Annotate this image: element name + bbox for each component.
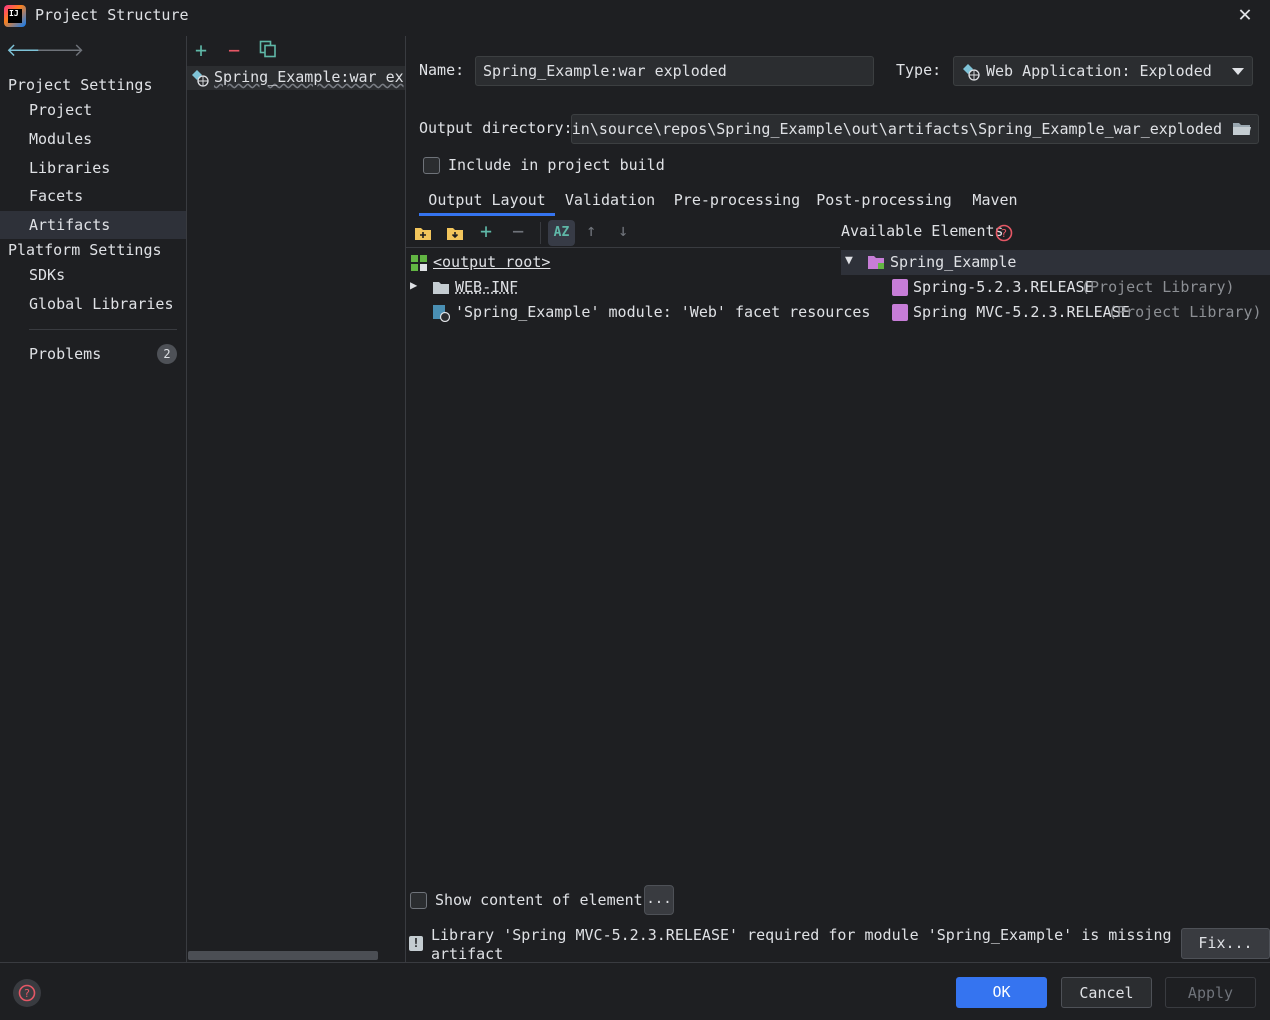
include-in-build-label: Include in project build [448,156,665,174]
available-library-row[interactable]: Spring MVC-5.2.3.RELEASE (Project Librar… [890,301,1270,325]
title-bar [0,0,1270,32]
window-title: Project Structure [35,6,189,24]
web-facet-icon [433,305,450,322]
tab-pre-processing[interactable]: Pre-processing [670,189,804,217]
tree-row-web-inf[interactable]: ▶ WEB-INF [410,276,830,300]
available-module-row[interactable]: ▼ Spring_Example [841,250,1270,275]
cancel-button[interactable]: Cancel [1061,977,1152,1008]
pane-divider [186,36,187,962]
nav-item-artifacts[interactable]: Artifacts [0,211,186,239]
show-content-settings-button[interactable]: ... [644,885,674,915]
output-directory-label: Output directory: [419,119,573,137]
add-copy-of-icon[interactable]: + [480,219,492,243]
output-directory-field[interactable]: \SongYunMin\source\repos\Spring_Example\… [571,114,1259,144]
active-tab-indicator [419,213,555,216]
module-folder-icon [868,256,884,269]
output-root-label: <output root> [433,253,551,271]
platform-settings-header: Platform Settings [8,241,162,259]
help-icon[interactable]: ? [995,224,1013,242]
folder-browse-icon[interactable] [1232,121,1252,137]
collapse-arrow-icon[interactable]: ▼ [845,253,853,268]
available-elements-header: Available Elements [841,222,1004,240]
add-icon[interactable]: + [195,38,207,62]
type-label: Type: [896,61,942,79]
library-kind: (Project Library) [1081,278,1235,296]
name-label: Name: [419,61,465,79]
web-inf-label: WEB-INF [455,278,519,296]
move-down-icon[interactable]: ↓ [618,221,628,241]
svg-text:?: ? [24,987,30,1000]
svg-text:?: ? [1001,227,1007,240]
type-dropdown[interactable]: Web Application: Exploded [953,56,1253,86]
horizontal-scrollbar[interactable] [188,951,378,960]
copy-icon[interactable] [259,40,277,58]
nav-item-sdks[interactable]: SDKs [0,261,186,289]
remove-icon[interactable]: − [228,38,240,62]
artifact-list-item[interactable]: Spring_Example:war explo [187,66,405,90]
sort-alphabetically-icon[interactable]: AZ [548,220,575,246]
nav-divider [29,329,177,330]
nav-item-modules[interactable]: Modules [0,125,186,153]
library-name: Spring MVC-5.2.3.RELEASE [913,303,1130,321]
project-settings-header: Project Settings [8,76,153,94]
warning-icon: ! [409,936,423,951]
toolbar-separator [540,222,541,244]
intellij-logo-icon: IJ [4,5,26,27]
nav-item-facets[interactable]: Facets [0,182,186,210]
fix-button[interactable]: Fix... [1181,928,1270,959]
available-library-row[interactable]: Spring-5.2.3.RELEASE (Project Library) [890,276,1270,300]
apply-button[interactable]: Apply [1165,977,1256,1008]
footer-divider [0,962,1270,963]
warning-message-line1: Library 'Spring MVC-5.2.3.RELEASE' requi… [431,926,1253,944]
expand-arrow-icon[interactable]: ▶ [410,278,417,292]
tab-validation[interactable]: Validation [560,189,660,217]
facet-resources-label: 'Spring_Example' module: 'Web' facet res… [455,303,871,321]
type-value: Web Application: Exploded [986,62,1212,80]
warning-message-line2: artifact [431,945,504,963]
remove-element-icon[interactable]: − [512,219,524,243]
library-name: Spring-5.2.3.RELEASE [913,278,1094,296]
tree-row-facet-resources[interactable]: 'Spring_Example' module: 'Web' facet res… [410,301,870,325]
tree-row-output-root[interactable]: <output root> [410,251,830,275]
close-icon[interactable]: ✕ [1234,4,1256,26]
nav-item-libraries[interactable]: Libraries [0,154,186,182]
toolbar-divider [406,247,840,248]
move-up-icon[interactable]: ↑ [586,221,596,241]
tab-maven[interactable]: Maven [965,189,1025,217]
create-directory-icon[interactable] [414,223,432,243]
nav-item-global-libraries[interactable]: Global Libraries [0,290,186,318]
help-icon[interactable]: ? [13,979,41,1007]
name-field[interactable]: Spring_Example:war exploded [475,56,874,86]
web-artifact-icon [963,64,980,81]
output-directory-value: \SongYunMin\source\repos\Spring_Example\… [571,120,1222,138]
forward-arrow-icon[interactable]: 🡒 [36,40,84,61]
web-artifact-icon [192,70,209,87]
problems-count-badge: 2 [157,344,177,364]
chevron-down-icon [1232,68,1244,75]
library-icon [892,279,908,296]
include-in-build-checkbox[interactable] [423,157,440,174]
library-icon [892,304,908,321]
show-content-label: Show content of elements [435,891,652,909]
nav-item-project[interactable]: Project [0,96,186,124]
ok-button[interactable]: OK [956,977,1047,1008]
tab-post-processing[interactable]: Post-processing [813,189,955,217]
library-kind: (Project Library) [1108,303,1262,321]
output-root-icon [411,255,427,271]
artifact-name: Spring_Example:war explo [214,68,405,86]
create-archive-icon[interactable] [446,223,464,243]
folder-icon [433,282,449,294]
module-label: Spring_Example [890,253,1017,271]
show-content-checkbox[interactable] [410,892,427,909]
pane-divider [405,36,406,962]
